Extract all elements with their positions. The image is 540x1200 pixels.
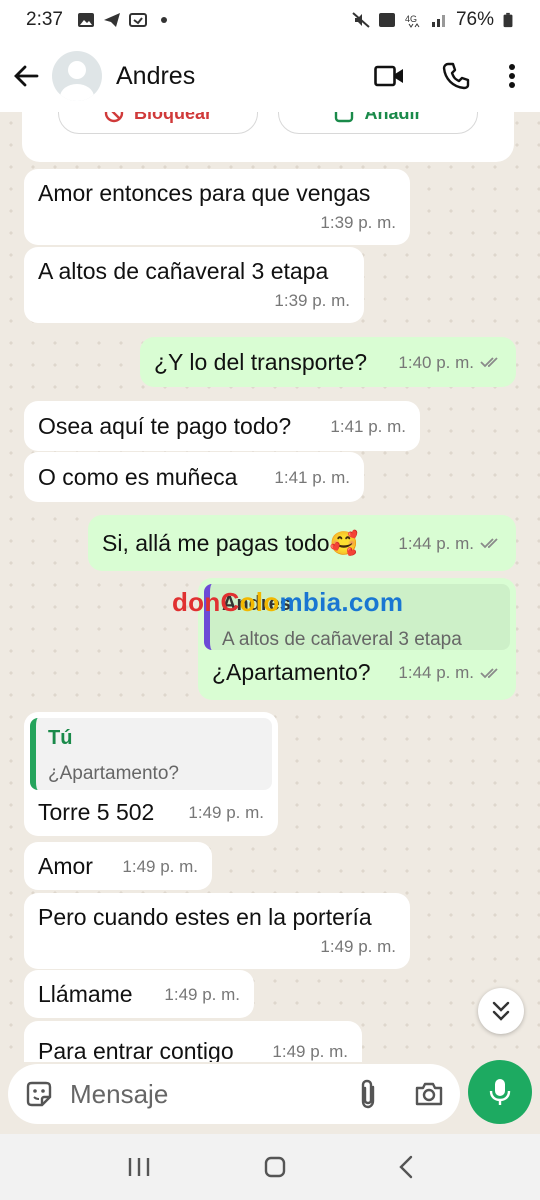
back-nav-icon[interactable] (398, 1155, 414, 1179)
message-text: O como es muñeca (38, 463, 238, 490)
quoted-message[interactable]: Tú ¿Apartamento? (30, 718, 272, 790)
status-time: 2:37 (26, 9, 63, 30)
read-ticks-icon (480, 538, 498, 549)
default-avatar-icon (60, 61, 94, 101)
message-text: Pero cuando estes en la portería (38, 904, 372, 930)
composer-bar: Mensaje (0, 1060, 540, 1134)
chat-area[interactable]: Bloquear Añadir Amor entonces para que v… (0, 112, 540, 1062)
message-placeholder: Mensaje (70, 1078, 169, 1109)
message-time: 1:41 p. m. (274, 467, 350, 487)
read-ticks-icon (480, 357, 498, 368)
signal-icon (431, 15, 445, 27)
message-bubble-incoming[interactable]: Osea aquí te pago todo? 1:41 p. m. (24, 401, 420, 451)
back-arrow-icon[interactable] (12, 62, 40, 90)
add-contact-icon (335, 112, 354, 123)
message-text: Si, allá me pagas todo🥰 (102, 529, 359, 556)
message-text: A altos de cañaveral 3 etapa (38, 258, 329, 284)
message-bubble-incoming[interactable]: O como es muñeca 1:41 p. m. (24, 452, 364, 502)
svg-text:4G: 4G (405, 14, 417, 24)
message-text: Para entrar contigo (38, 1037, 234, 1063)
message-text: ¿Apartamento? (212, 659, 371, 685)
message-bubble-incoming[interactable]: Pero cuando estes en la portería 1:49 p.… (24, 893, 410, 969)
message-bubble-incoming[interactable]: Para entrar contigo 1:49 p. m. (24, 1021, 362, 1062)
message-bubble-incoming[interactable]: Amor entonces para que vengas 1:39 p. m. (24, 169, 410, 245)
battery-icon (503, 12, 513, 28)
microphone-icon (489, 1079, 511, 1105)
message-bubble-incoming[interactable]: Amor 1:49 p. m. (24, 842, 212, 890)
message-time: 1:44 p. m. (398, 533, 474, 553)
home-icon[interactable] (263, 1155, 287, 1179)
double-chevron-down-icon (492, 1001, 510, 1021)
block-label: Bloquear (133, 112, 212, 123)
message-text: Llámame (38, 980, 133, 1007)
voice-call-icon[interactable] (442, 62, 470, 90)
mute-icon (352, 12, 370, 28)
message-time: 1:49 p. m. (272, 1041, 348, 1061)
block-icon (104, 112, 124, 123)
message-text: Osea aquí te pago todo? (38, 412, 292, 439)
quoted-text: ¿Apartamento? (48, 763, 179, 784)
more-notifications-dot-icon (160, 17, 167, 23)
chat-header: Andres (0, 40, 540, 112)
message-text: Amor entonces para que vengas (38, 180, 371, 206)
message-bubble-incoming[interactable]: Llámame 1:49 p. m. (24, 970, 254, 1018)
message-time: 1:49 p. m. (188, 803, 264, 822)
add-label: Añadir (364, 112, 422, 123)
message-time: 1:49 p. m. (164, 984, 240, 1004)
attach-icon[interactable] (358, 1078, 378, 1110)
unknown-contact-card: Bloquear Añadir (22, 112, 514, 162)
sticker-icon[interactable] (24, 1079, 54, 1109)
recent-apps-icon[interactable] (126, 1156, 152, 1178)
quoted-text: A altos de cañaveral 3 etapa (222, 629, 462, 650)
quoted-author: Tú (48, 727, 73, 749)
message-bubble-outgoing[interactable]: ¿Y lo del transporte? 1:40 p. m. (140, 337, 516, 387)
read-ticks-icon (480, 667, 498, 678)
voice-message-button[interactable] (468, 1060, 532, 1124)
watermark-logo: donColombia.com (172, 587, 404, 617)
cast-notification-icon (128, 13, 147, 27)
message-bubble-incoming-reply[interactable]: Tú ¿Apartamento? Torre 5 502 1:49 p. m. (24, 712, 278, 836)
status-bar: 2:37 4G 76% (0, 0, 540, 40)
message-time: 1:49 p. m. (320, 937, 396, 956)
message-time: 1:44 p. m. (398, 663, 474, 682)
message-text: Torre 5 502 (38, 799, 155, 825)
message-text: ¿Y lo del transporte? (154, 348, 368, 375)
message-input[interactable]: Mensaje (8, 1064, 460, 1124)
telegram-notification-icon (103, 13, 120, 27)
avatar[interactable] (52, 51, 102, 101)
contact-name[interactable]: Andres (116, 62, 195, 91)
message-time: 1:41 p. m. (330, 416, 406, 436)
message-bubble-incoming[interactable]: A altos de cañaveral 3 etapa 1:39 p. m. (24, 247, 364, 323)
system-nav-bar (0, 1134, 540, 1200)
message-time: 1:39 p. m. (274, 291, 350, 310)
camera-icon[interactable] (414, 1081, 444, 1107)
more-options-icon[interactable] (508, 63, 516, 89)
message-time: 1:39 p. m. (320, 213, 396, 232)
scroll-to-bottom-button[interactable] (478, 988, 524, 1034)
message-time: 1:40 p. m. (398, 352, 474, 372)
message-text: Amor (38, 852, 93, 879)
add-contact-button[interactable]: Añadir (278, 112, 478, 134)
message-bubble-outgoing[interactable]: Si, allá me pagas todo🥰 1:44 p. m. (88, 515, 516, 571)
volte-icon (378, 13, 395, 27)
video-call-icon[interactable] (374, 64, 404, 88)
gallery-notification-icon (77, 13, 94, 27)
battery-percent: 76% (455, 9, 494, 30)
message-time: 1:49 p. m. (122, 856, 198, 876)
block-button[interactable]: Bloquear (58, 112, 258, 134)
4g-icon: 4G (405, 14, 420, 28)
